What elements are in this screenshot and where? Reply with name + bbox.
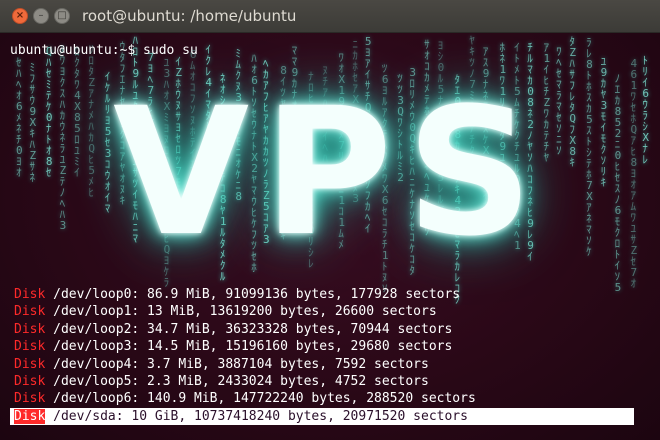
disk-line-selected[interactable]: Disk /dev/sda: 10 GiB, 10737418240 bytes… [10, 407, 634, 426]
disk-info: /dev/loop5: 2.3 MiB, 2433024 bytes, 4752… [53, 373, 429, 389]
disk-line: Disk /dev/loop0: 86.9 MiB, 91099136 byte… [14, 286, 634, 303]
title-bar[interactable]: × – □ root@ubuntu: /home/ubuntu [0, 0, 660, 33]
disk-line: Disk /dev/loop6: 140.9 MiB, 147722240 by… [14, 390, 634, 407]
disk-info: /dev/loop0: 86.9 MiB, 91099136 bytes, 17… [53, 287, 461, 302]
disk-keyword: Disk [14, 287, 46, 302]
disk-keyword: Disk [14, 356, 46, 372]
terminal-area[interactable]: ｾ ﾊ ﾍ ｵ 6 ﾒ ﾈ ﾁ 0 ﾖ ｵ ﾐ ﾌ ｻ ｳ 9 X ｷ ﾊ Z … [0, 33, 660, 440]
disk-keyword: Disk [14, 391, 46, 407]
disk-keyword: Disk [14, 373, 46, 389]
disk-line: Disk /dev/loop1: 13 MiB, 13619200 bytes,… [14, 303, 634, 320]
disk-line: Disk /dev/loop5: 2.3 MiB, 2433024 bytes,… [14, 373, 634, 390]
disk-line: Disk /dev/loop4: 3.7 MiB, 3887104 bytes,… [14, 356, 634, 373]
close-icon[interactable]: × [12, 8, 28, 24]
disk-info: /dev/loop4: 3.7 MiB, 3887104 bytes, 7592… [53, 356, 429, 372]
maximize-icon[interactable]: □ [54, 8, 70, 24]
terminal-window: × – □ root@ubuntu: /home/ubuntu ｾ ﾊ ﾍ ｵ … [0, 0, 660, 440]
disk-line: Disk /dev/loop3: 14.5 MiB, 15196160 byte… [14, 338, 634, 355]
command-prompt: ubuntu@ubuntu:~$ sudo su [10, 43, 198, 58]
vps-banner: VPS [113, 70, 547, 275]
disk-keyword: Disk [14, 408, 46, 424]
disk-keyword: Disk [14, 304, 46, 320]
minimize-icon[interactable]: – [33, 8, 49, 24]
disk-info: /dev/loop6: 140.9 MiB, 147722240 bytes, … [53, 391, 476, 407]
disk-info: /dev/loop1: 13 MiB, 13619200 bytes, 2660… [53, 304, 437, 320]
disk-info: /dev/sda: 10 GiB, 10737418240 bytes, 209… [53, 408, 468, 424]
disk-line: Disk /dev/loop2: 34.7 MiB, 36323328 byte… [14, 321, 634, 338]
window-title: root@ubuntu: /home/ubuntu [82, 7, 297, 25]
disk-output: Disk /dev/loop0: 86.9 MiB, 91099136 byte… [10, 286, 634, 426]
disk-info: /dev/loop2: 34.7 MiB, 36323328 bytes, 70… [53, 321, 453, 337]
disk-info: /dev/loop3: 14.5 MiB, 15196160 bytes, 29… [53, 339, 453, 355]
disk-keyword: Disk [14, 321, 46, 337]
disk-keyword: Disk [14, 339, 46, 355]
